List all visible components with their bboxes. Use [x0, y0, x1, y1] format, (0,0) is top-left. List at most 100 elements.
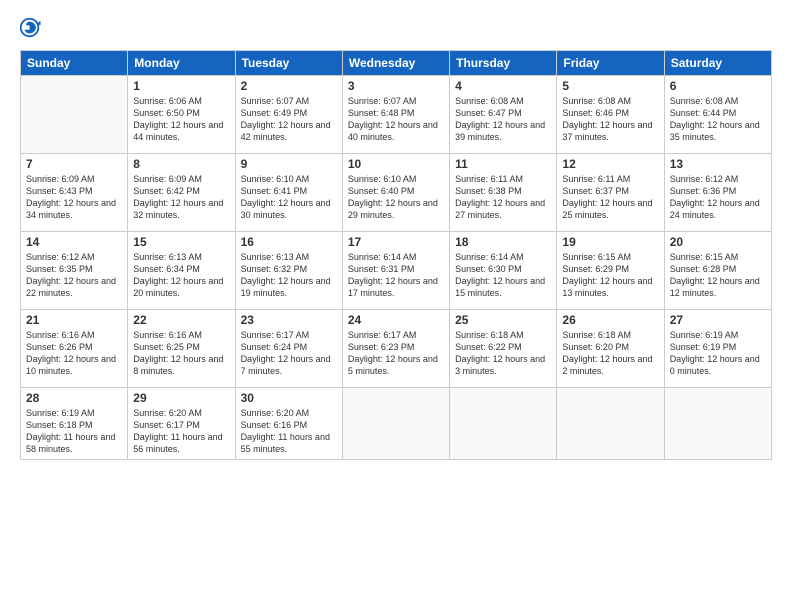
calendar-cell: 19 Sunrise: 6:15 AMSunset: 6:29 PMDayligh…	[557, 232, 664, 310]
day-info: Sunrise: 6:08 AMSunset: 6:46 PMDaylight:…	[562, 95, 658, 144]
day-number: 27	[670, 313, 766, 327]
calendar-cell: 21 Sunrise: 6:16 AMSunset: 6:26 PMDayligh…	[21, 310, 128, 388]
day-info: Sunrise: 6:16 AMSunset: 6:25 PMDaylight:…	[133, 329, 229, 378]
day-info: Sunrise: 6:13 AMSunset: 6:34 PMDaylight:…	[133, 251, 229, 300]
day-number: 28	[26, 391, 122, 405]
calendar-cell: 22 Sunrise: 6:16 AMSunset: 6:25 PMDayligh…	[128, 310, 235, 388]
day-number: 4	[455, 79, 551, 93]
calendar-cell: 30 Sunrise: 6:20 AMSunset: 6:16 PMDayligh…	[235, 388, 342, 460]
calendar-cell: 13 Sunrise: 6:12 AMSunset: 6:36 PMDayligh…	[664, 154, 771, 232]
day-number: 16	[241, 235, 337, 249]
day-number: 10	[348, 157, 444, 171]
day-number: 19	[562, 235, 658, 249]
day-info: Sunrise: 6:10 AMSunset: 6:40 PMDaylight:…	[348, 173, 444, 222]
day-number: 13	[670, 157, 766, 171]
calendar-cell: 4 Sunrise: 6:08 AMSunset: 6:47 PMDaylight…	[450, 76, 557, 154]
calendar-cell: 26 Sunrise: 6:18 AMSunset: 6:20 PMDayligh…	[557, 310, 664, 388]
day-info: Sunrise: 6:08 AMSunset: 6:44 PMDaylight:…	[670, 95, 766, 144]
calendar-cell: 20 Sunrise: 6:15 AMSunset: 6:28 PMDayligh…	[664, 232, 771, 310]
week-row-3: 14 Sunrise: 6:12 AMSunset: 6:35 PMDayligh…	[21, 232, 772, 310]
day-info: Sunrise: 6:07 AMSunset: 6:48 PMDaylight:…	[348, 95, 444, 144]
day-info: Sunrise: 6:19 AMSunset: 6:19 PMDaylight:…	[670, 329, 766, 378]
header	[20, 18, 772, 40]
day-number: 5	[562, 79, 658, 93]
day-number: 2	[241, 79, 337, 93]
day-info: Sunrise: 6:12 AMSunset: 6:36 PMDaylight:…	[670, 173, 766, 222]
calendar-cell: 3 Sunrise: 6:07 AMSunset: 6:48 PMDaylight…	[342, 76, 449, 154]
calendar-cell: 28Sunrise: 6:19 AMSunset: 6:18 PMDayligh…	[21, 388, 128, 460]
week-row-2: 7 Sunrise: 6:09 AMSunset: 6:43 PMDaylight…	[21, 154, 772, 232]
weekday-header-wednesday: Wednesday	[342, 51, 449, 76]
weekday-header-monday: Monday	[128, 51, 235, 76]
day-number: 8	[133, 157, 229, 171]
calendar-cell: 29Sunrise: 6:20 AMSunset: 6:17 PMDayligh…	[128, 388, 235, 460]
day-info: Sunrise: 6:17 AMSunset: 6:24 PMDaylight:…	[241, 329, 337, 378]
week-row-1: 1 Sunrise: 6:06 AMSunset: 6:50 PMDaylight…	[21, 76, 772, 154]
day-info: Sunrise: 6:12 AMSunset: 6:35 PMDaylight:…	[26, 251, 122, 300]
day-number: 20	[670, 235, 766, 249]
calendar-cell: 7 Sunrise: 6:09 AMSunset: 6:43 PMDaylight…	[21, 154, 128, 232]
day-number: 26	[562, 313, 658, 327]
calendar-cell	[450, 388, 557, 460]
day-number: 23	[241, 313, 337, 327]
day-info: Sunrise: 6:16 AMSunset: 6:26 PMDaylight:…	[26, 329, 122, 378]
day-info: Sunrise: 6:13 AMSunset: 6:32 PMDaylight:…	[241, 251, 337, 300]
day-number: 11	[455, 157, 551, 171]
calendar-cell: 12 Sunrise: 6:11 AMSunset: 6:37 PMDayligh…	[557, 154, 664, 232]
calendar-cell: 1 Sunrise: 6:06 AMSunset: 6:50 PMDaylight…	[128, 76, 235, 154]
weekday-header-saturday: Saturday	[664, 51, 771, 76]
day-number: 25	[455, 313, 551, 327]
logo	[20, 18, 46, 40]
page: SundayMondayTuesdayWednesdayThursdayFrid…	[0, 0, 792, 612]
calendar-cell: 25 Sunrise: 6:18 AMSunset: 6:22 PMDayligh…	[450, 310, 557, 388]
day-number: 6	[670, 79, 766, 93]
weekday-header-row: SundayMondayTuesdayWednesdayThursdayFrid…	[21, 51, 772, 76]
week-row-4: 21 Sunrise: 6:16 AMSunset: 6:26 PMDayligh…	[21, 310, 772, 388]
day-info: Sunrise: 6:17 AMSunset: 6:23 PMDaylight:…	[348, 329, 444, 378]
calendar-table: SundayMondayTuesdayWednesdayThursdayFrid…	[20, 50, 772, 460]
day-info: Sunrise: 6:09 AMSunset: 6:42 PMDaylight:…	[133, 173, 229, 222]
calendar-cell: 23 Sunrise: 6:17 AMSunset: 6:24 PMDayligh…	[235, 310, 342, 388]
calendar-cell: 2 Sunrise: 6:07 AMSunset: 6:49 PMDaylight…	[235, 76, 342, 154]
day-info: Sunrise: 6:18 AMSunset: 6:20 PMDaylight:…	[562, 329, 658, 378]
calendar-cell: 18Sunrise: 6:14 AMSunset: 6:30 PMDayligh…	[450, 232, 557, 310]
day-info: Sunrise: 6:06 AMSunset: 6:50 PMDaylight:…	[133, 95, 229, 144]
day-number: 14	[26, 235, 122, 249]
weekday-header-tuesday: Tuesday	[235, 51, 342, 76]
day-info: Sunrise: 6:15 AMSunset: 6:28 PMDaylight:…	[670, 251, 766, 300]
weekday-header-friday: Friday	[557, 51, 664, 76]
day-number: 12	[562, 157, 658, 171]
day-number: 22	[133, 313, 229, 327]
weekday-header-sunday: Sunday	[21, 51, 128, 76]
weekday-header-thursday: Thursday	[450, 51, 557, 76]
day-info: Sunrise: 6:07 AMSunset: 6:49 PMDaylight:…	[241, 95, 337, 144]
day-info: Sunrise: 6:15 AMSunset: 6:29 PMDaylight:…	[562, 251, 658, 300]
day-info: Sunrise: 6:09 AMSunset: 6:43 PMDaylight:…	[26, 173, 122, 222]
day-info: Sunrise: 6:20 AMSunset: 6:17 PMDaylight:…	[133, 407, 229, 456]
day-number: 7	[26, 157, 122, 171]
calendar-cell: 5 Sunrise: 6:08 AMSunset: 6:46 PMDaylight…	[557, 76, 664, 154]
day-info: Sunrise: 6:18 AMSunset: 6:22 PMDaylight:…	[455, 329, 551, 378]
calendar-cell: 14 Sunrise: 6:12 AMSunset: 6:35 PMDayligh…	[21, 232, 128, 310]
day-number: 21	[26, 313, 122, 327]
day-number: 30	[241, 391, 337, 405]
logo-icon	[20, 18, 42, 40]
calendar-cell	[21, 76, 128, 154]
calendar-cell: 10 Sunrise: 6:10 AMSunset: 6:40 PMDayligh…	[342, 154, 449, 232]
day-info: Sunrise: 6:11 AMSunset: 6:37 PMDaylight:…	[562, 173, 658, 222]
day-number: 1	[133, 79, 229, 93]
day-number: 15	[133, 235, 229, 249]
calendar-cell: 9Sunrise: 6:10 AMSunset: 6:41 PMDaylight…	[235, 154, 342, 232]
calendar-cell	[664, 388, 771, 460]
day-info: Sunrise: 6:10 AMSunset: 6:41 PMDaylight:…	[241, 173, 337, 222]
day-info: Sunrise: 6:14 AMSunset: 6:30 PMDaylight:…	[455, 251, 551, 300]
calendar-cell	[342, 388, 449, 460]
day-info: Sunrise: 6:14 AMSunset: 6:31 PMDaylight:…	[348, 251, 444, 300]
calendar-cell: 6 Sunrise: 6:08 AMSunset: 6:44 PMDaylight…	[664, 76, 771, 154]
day-info: Sunrise: 6:20 AMSunset: 6:16 PMDaylight:…	[241, 407, 337, 456]
week-row-5: 28Sunrise: 6:19 AMSunset: 6:18 PMDayligh…	[21, 388, 772, 460]
calendar-cell: 17Sunrise: 6:14 AMSunset: 6:31 PMDayligh…	[342, 232, 449, 310]
day-info: Sunrise: 6:11 AMSunset: 6:38 PMDaylight:…	[455, 173, 551, 222]
day-info: Sunrise: 6:08 AMSunset: 6:47 PMDaylight:…	[455, 95, 551, 144]
day-number: 3	[348, 79, 444, 93]
